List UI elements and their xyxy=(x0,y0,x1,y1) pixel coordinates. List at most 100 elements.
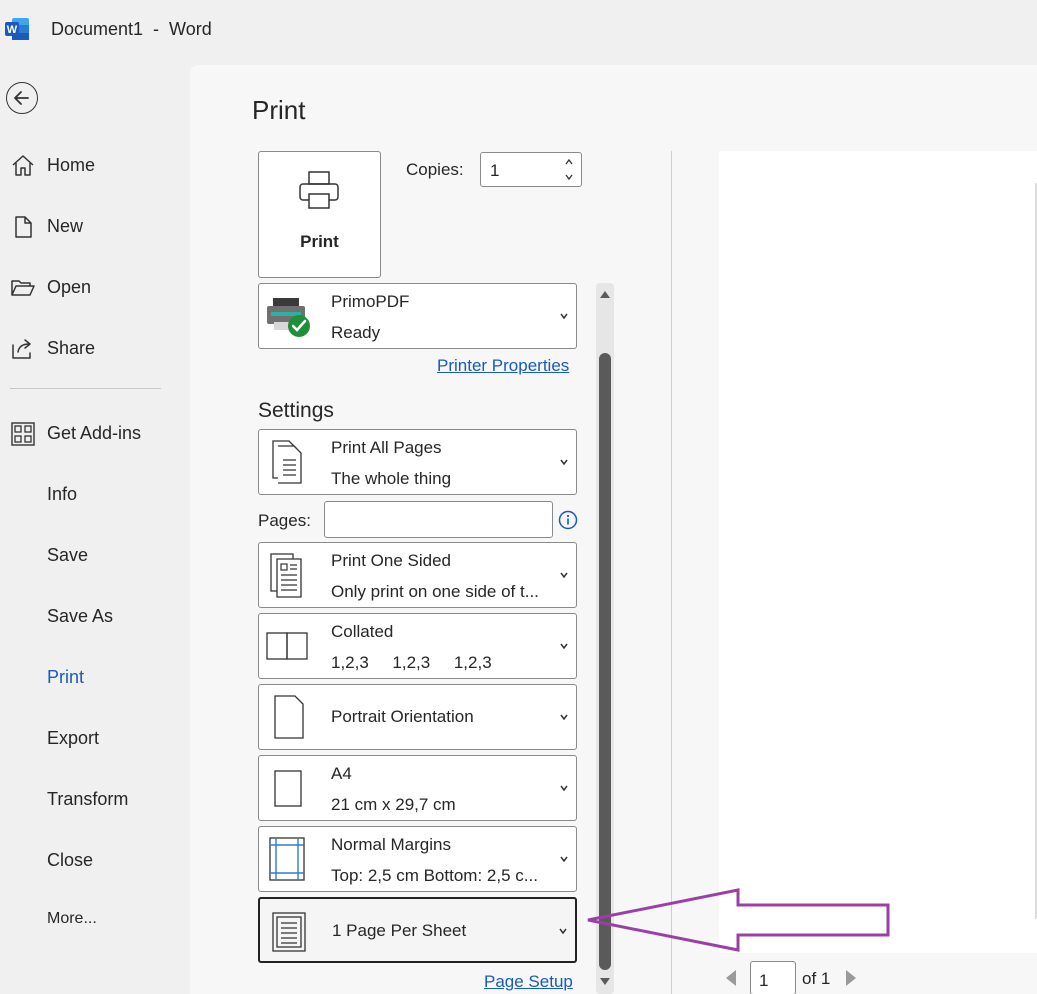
nav-print-label: Print xyxy=(47,666,85,687)
sides-dropdown[interactable]: Print One Sided Only print on one side o… xyxy=(258,542,577,608)
back-button[interactable] xyxy=(6,82,38,114)
chevron-down-icon xyxy=(560,313,568,320)
print-range-subtitle: The whole thing xyxy=(331,469,452,488)
collation-subtitle: 1,2,3 1,2,3 1,2,3 xyxy=(331,653,492,672)
nav-new[interactable]: New xyxy=(0,206,190,246)
back-arrow-icon xyxy=(14,91,29,105)
folder-open-icon xyxy=(11,280,35,296)
printer-properties-link[interactable]: Printer Properties xyxy=(437,356,569,376)
printer-status: Ready xyxy=(331,323,381,342)
nav-get-add-ins[interactable]: Get Add-ins xyxy=(0,413,190,453)
chevron-up-icon[interactable] xyxy=(563,156,575,168)
print-range-dropdown[interactable]: Print All Pages The whole thing xyxy=(258,429,577,495)
scroll-down-arrow-icon[interactable] xyxy=(599,977,611,987)
copies-stepper[interactable]: 1 xyxy=(480,152,582,187)
margins-title: Normal Margins xyxy=(331,835,451,854)
paper-size-subtitle: 21 cm x 29,7 cm xyxy=(331,795,456,814)
copies-value: 1 xyxy=(490,161,500,180)
nav-save-as[interactable]: Save As xyxy=(0,596,190,636)
nav-print[interactable]: Print xyxy=(0,657,190,697)
chevron-down-icon xyxy=(560,643,568,650)
paper-size-icon xyxy=(274,770,302,807)
print-preview-page xyxy=(719,151,1037,953)
nav-open-label: Open xyxy=(47,276,92,297)
nav-close-label: Close xyxy=(47,849,94,870)
nav-home[interactable]: Home xyxy=(0,145,190,185)
current-page-value: 1 xyxy=(759,971,769,990)
nav-share-label: Share xyxy=(47,337,96,358)
pages-icon xyxy=(272,440,302,484)
sides-title: Print One Sided xyxy=(331,551,452,570)
word-logo-icon: W xyxy=(5,18,29,40)
sides-subtitle: Only print on one side of t... xyxy=(331,582,539,601)
svg-text:W: W xyxy=(7,24,18,36)
previous-page-icon[interactable] xyxy=(724,969,738,987)
nav-share[interactable]: Share xyxy=(0,328,190,368)
scroll-up-arrow-icon[interactable] xyxy=(599,289,611,299)
next-page-icon[interactable] xyxy=(844,969,858,987)
chevron-down-icon xyxy=(560,856,568,863)
print-button-label: Print xyxy=(300,232,339,251)
scrollbar-thumb[interactable] xyxy=(599,353,611,970)
pages-input[interactable] xyxy=(324,501,553,538)
nav-new-label: New xyxy=(47,215,84,236)
margins-icon xyxy=(269,837,305,881)
nav-export[interactable]: Export xyxy=(0,718,190,758)
nav-transform[interactable]: Transform xyxy=(0,779,190,819)
chevron-down-icon xyxy=(560,459,568,466)
nav-info[interactable]: Info xyxy=(0,474,190,514)
nav-get-add-ins-label: Get Add-ins xyxy=(47,422,142,443)
chevron-down-icon xyxy=(560,714,568,721)
margins-subtitle: Top: 2,5 cm Bottom: 2,5 c... xyxy=(331,866,538,885)
add-ins-grid-icon xyxy=(11,422,35,446)
current-page-input[interactable]: 1 xyxy=(750,961,796,994)
page-per-sheet-icon xyxy=(272,912,306,952)
portrait-icon xyxy=(274,695,304,739)
chevron-down-icon xyxy=(560,572,568,579)
nav-more[interactable]: More... xyxy=(0,899,190,939)
one-sided-icon xyxy=(270,553,302,598)
nav-open[interactable]: Open xyxy=(0,267,190,307)
title-bar: W Document1 - Word xyxy=(0,0,1037,58)
nav-home-label: Home xyxy=(47,154,96,175)
annotation-arrow-icon xyxy=(587,888,890,952)
new-document-icon xyxy=(15,216,32,238)
window-title: Document1 - Word xyxy=(51,19,212,39)
print-range-title: Print All Pages xyxy=(331,438,442,457)
copies-label: Copies: xyxy=(406,160,464,179)
orientation-title: Portrait Orientation xyxy=(331,707,474,726)
print-button[interactable]: Print xyxy=(258,151,381,278)
print-pane: Print Print Copies: 1 PrimoPDF Ready Pri… xyxy=(190,65,1037,994)
pages-label: Pages: xyxy=(258,511,311,530)
nav-close[interactable]: Close xyxy=(0,840,190,880)
collated-icon xyxy=(266,632,308,660)
nav-info-label: Info xyxy=(47,483,78,504)
nav-save[interactable]: Save xyxy=(0,535,190,575)
orientation-dropdown[interactable]: Portrait Orientation xyxy=(258,684,577,750)
paper-size-title: A4 xyxy=(331,764,352,783)
page-count-text: of 1 xyxy=(802,969,831,988)
settings-heading: Settings xyxy=(258,399,334,422)
backstage-nav: Home New Open Share Get Add-ins Info Sav… xyxy=(0,58,190,994)
chevron-down-icon xyxy=(560,785,568,792)
margins-dropdown[interactable]: Normal Margins Top: 2,5 cm Bottom: 2,5 c… xyxy=(258,826,577,892)
home-icon xyxy=(12,155,34,176)
pages-per-sheet-dropdown[interactable]: 1 Page Per Sheet xyxy=(258,897,577,963)
printer-name: PrimoPDF xyxy=(331,292,410,311)
nav-save-as-label: Save As xyxy=(47,605,114,626)
info-icon[interactable] xyxy=(558,510,578,530)
nav-separator xyxy=(10,388,161,389)
paper-size-dropdown[interactable]: A4 21 cm x 29,7 cm xyxy=(258,755,577,821)
nav-save-label: Save xyxy=(47,544,89,565)
page-title: Print xyxy=(252,95,306,125)
printer-icon xyxy=(299,171,339,209)
printer-dropdown[interactable]: PrimoPDF Ready xyxy=(258,283,577,349)
chevron-down-icon xyxy=(559,928,567,935)
chevron-down-icon[interactable] xyxy=(563,171,575,183)
nav-more-label: More... xyxy=(47,910,97,927)
collation-title: Collated xyxy=(331,622,394,641)
page-setup-link[interactable]: Page Setup xyxy=(484,972,573,992)
printer-ready-icon xyxy=(267,298,310,337)
share-icon xyxy=(12,339,31,359)
collation-dropdown[interactable]: Collated 1,2,3 1,2,3 1,2,3 xyxy=(258,613,577,679)
